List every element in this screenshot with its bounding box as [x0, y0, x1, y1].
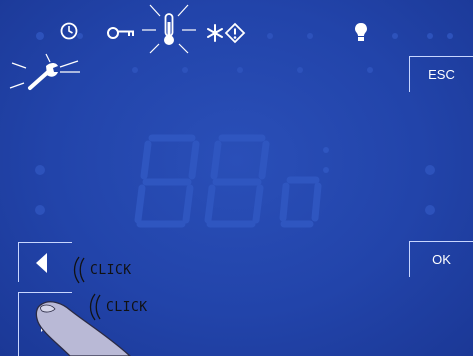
click-waves-top: [73, 256, 85, 284]
click-label-top: CLICK: [90, 263, 132, 278]
finger-pointer: [35, 301, 131, 356]
esc-button-label: ESC: [428, 67, 455, 82]
ok-button-label: OK: [432, 252, 451, 267]
snowflake-icon: [207, 24, 223, 42]
left-arrow-icon: [36, 252, 47, 273]
left-arrow-button[interactable]: [18, 242, 72, 282]
warning-icon: [224, 22, 246, 44]
display-screen: ESC OK CLICK CLICK: [0, 0, 473, 356]
thermometer-icon: [142, 4, 196, 54]
ok-button[interactable]: OK: [409, 241, 473, 277]
wrench-icon: [9, 53, 80, 90]
clock-icon: [60, 22, 78, 40]
key-icon: [107, 27, 134, 39]
lightbulb-icon: [355, 23, 367, 41]
esc-button[interactable]: ESC: [409, 56, 473, 92]
